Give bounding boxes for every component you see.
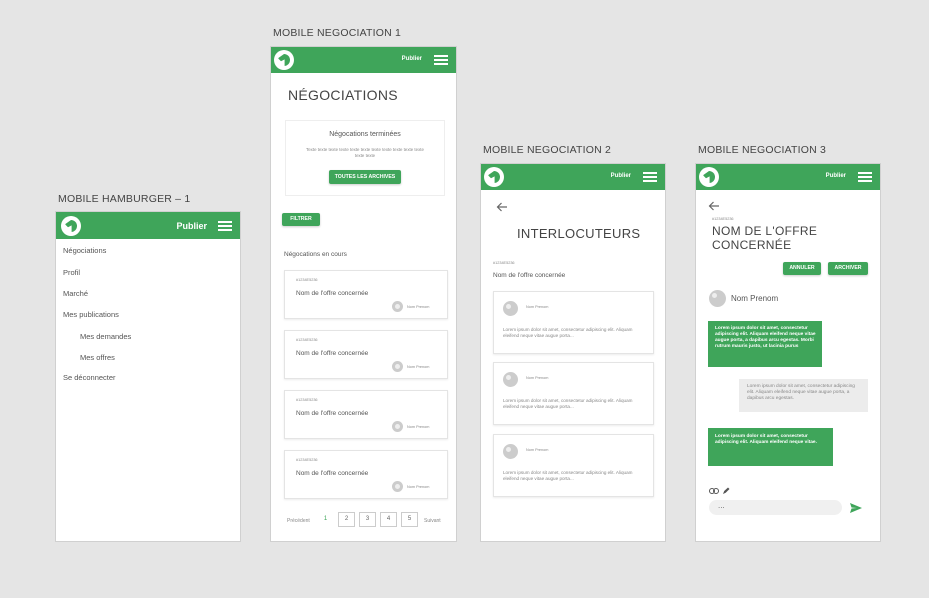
page-title-line1: NOM DE L'OFFRE: [712, 224, 818, 238]
frame-title-nego3: MOBILE NEGOCIATION 3: [698, 144, 827, 156]
screen-hamburger: Publier Négociations Profil Marché Mes p…: [55, 211, 241, 542]
hamburger-menu-icon[interactable]: [218, 221, 232, 231]
publish-link[interactable]: Publier: [402, 56, 422, 62]
avatar: [392, 481, 403, 492]
menu-item-mes-publications[interactable]: Mes publications: [63, 310, 119, 319]
cancel-button[interactable]: ANNULER: [783, 262, 821, 275]
publish-link[interactable]: Publier: [176, 221, 207, 231]
menu-item-se-deconnecter[interactable]: Se déconnecter: [63, 373, 116, 382]
avatar: [503, 301, 518, 316]
message-sent: Lorem ipsum dolor sit amet, consectetur …: [739, 379, 868, 412]
screen-nego3: Publier #1234E5236 NOM DE L'OFFRE CONCER…: [695, 163, 881, 542]
all-archives-button[interactable]: TOUTES LES ARCHIVES: [329, 170, 401, 184]
avatar: [392, 421, 403, 432]
page-5[interactable]: 5: [401, 512, 418, 527]
contact-name: Nom Prenom: [526, 305, 549, 309]
contact-card[interactable]: Nom Prenom Lorem ipsum dolor sit amet, c…: [493, 434, 654, 497]
logo-icon[interactable]: [61, 216, 81, 236]
ongoing-title: Négocations en cours: [284, 251, 347, 258]
pagination-prev[interactable]: Précédent: [287, 518, 310, 524]
message-input[interactable]: ...: [709, 500, 842, 515]
publish-link[interactable]: Publier: [611, 173, 631, 179]
offer-ref: #1234E5236: [712, 217, 734, 221]
item-person: Nom Prenom: [407, 305, 430, 309]
offer-ref: #1234E5236: [493, 261, 515, 265]
person-name: Nom Prenom: [731, 294, 779, 303]
negotiation-item[interactable]: #1234E5236 Nom de l'offre concernée Nom …: [284, 450, 448, 499]
avatar: [503, 372, 518, 387]
contact-name: Nom Prenom: [526, 448, 549, 452]
item-offer-name: Nom de l'offre concernée: [296, 290, 369, 297]
card-title: Négocations terminées: [329, 131, 401, 138]
app-bar: Publier: [481, 164, 665, 190]
filter-button[interactable]: FILTRER: [282, 213, 320, 226]
back-arrow-icon[interactable]: [708, 201, 720, 211]
logo-icon[interactable]: [274, 50, 294, 70]
logo-icon[interactable]: [699, 167, 719, 187]
attach-link-icon[interactable]: [709, 488, 719, 494]
app-bar: Publier: [56, 212, 240, 239]
card-text: Texte texte texte texte texte texte text…: [306, 147, 424, 158]
item-offer-name: Nom de l'offre concernée: [296, 350, 369, 357]
avatar: [392, 361, 403, 372]
item-id: #1234E5236: [296, 398, 318, 402]
item-person: Nom Prenom: [407, 425, 430, 429]
edit-pencil-icon[interactable]: [722, 487, 730, 495]
message-received: Lorem ipsum dolor sit amet, consectetur …: [708, 321, 822, 367]
item-id: #1234E5236: [296, 278, 318, 282]
item-person: Nom Prenom: [407, 485, 430, 489]
app-bar: Publier: [696, 164, 880, 190]
finished-negotiations-card: Négocations terminées Texte texte texte …: [285, 120, 445, 196]
item-offer-name: Nom de l'offre concernée: [296, 470, 369, 477]
back-arrow-icon[interactable]: [496, 202, 508, 212]
page-3[interactable]: 3: [359, 512, 376, 527]
logo-icon[interactable]: [484, 167, 504, 187]
hamburger-menu-icon[interactable]: [643, 172, 657, 182]
contact-message: Lorem ipsum dolor sit amet, consectetur …: [503, 470, 633, 481]
archive-button[interactable]: ARCHIVER: [828, 262, 868, 275]
contact-message: Lorem ipsum dolor sit amet, consectetur …: [503, 327, 633, 338]
negotiation-item[interactable]: #1234E5236 Nom de l'offre concernée Nom …: [284, 270, 448, 319]
menu-item-negociations[interactable]: Négociations: [63, 246, 106, 255]
publish-link[interactable]: Publier: [826, 173, 846, 179]
menu-item-mes-demandes[interactable]: Mes demandes: [80, 332, 131, 341]
avatar: [503, 444, 518, 459]
item-person: Nom Prenom: [407, 365, 430, 369]
menu-item-profil[interactable]: Profil: [63, 268, 80, 277]
frame-title-hamburger: MOBILE HAMBURGER – 1: [58, 193, 191, 205]
contact-name: Nom Prenom: [526, 376, 549, 380]
item-id: #1234E5236: [296, 338, 318, 342]
frame-title-nego2: MOBILE NEGOCIATION 2: [483, 144, 612, 156]
menu-item-marche[interactable]: Marché: [63, 289, 88, 298]
contact-card[interactable]: Nom Prenom Lorem ipsum dolor sit amet, c…: [493, 291, 654, 354]
offer-name: Nom de l'offre concernée: [493, 272, 566, 279]
contact-card[interactable]: Nom Prenom Lorem ipsum dolor sit amet, c…: [493, 362, 654, 425]
screen-nego2: Publier INTERLOCUTEURS #1234E5236 Nom de…: [480, 163, 666, 542]
menu-item-mes-offres[interactable]: Mes offres: [80, 353, 115, 362]
app-bar: Publier: [271, 47, 456, 73]
message-received: Lorem ipsum dolor sit amet, consectetur …: [708, 428, 833, 466]
pagination-next[interactable]: Suivant: [424, 518, 441, 524]
hamburger-menu-icon[interactable]: [858, 172, 872, 182]
message-input-value: ...: [718, 501, 725, 510]
page-title-line2: CONCERNÉE: [712, 238, 792, 252]
page-title: INTERLOCUTEURS: [517, 226, 641, 241]
page-title: NÉGOCIATIONS: [288, 87, 398, 103]
item-offer-name: Nom de l'offre concernée: [296, 410, 369, 417]
item-id: #1234E5236: [296, 458, 318, 462]
page-4[interactable]: 4: [380, 512, 397, 527]
avatar: [392, 301, 403, 312]
contact-message: Lorem ipsum dolor sit amet, consectetur …: [503, 398, 633, 409]
negotiation-item[interactable]: #1234E5236 Nom de l'offre concernée Nom …: [284, 390, 448, 439]
page-1[interactable]: 1: [317, 512, 334, 527]
avatar: [709, 290, 726, 307]
frame-title-nego1: MOBILE NEGOCIATION 1: [273, 27, 402, 39]
screen-nego1: Publier NÉGOCIATIONS Négocations terminé…: [270, 46, 457, 542]
negotiation-item[interactable]: #1234E5236 Nom de l'offre concernée Nom …: [284, 330, 448, 379]
send-icon[interactable]: [850, 503, 862, 513]
page-2[interactable]: 2: [338, 512, 355, 527]
hamburger-menu-icon[interactable]: [434, 55, 448, 65]
